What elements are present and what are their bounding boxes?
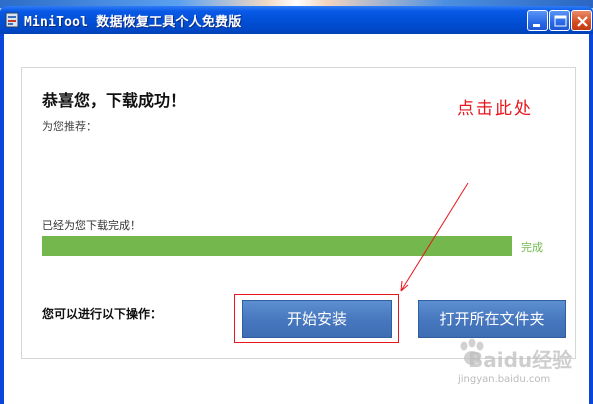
watermark-url: jingyan.baidu.com xyxy=(458,374,551,385)
download-progress-bar xyxy=(42,236,512,256)
minimize-button[interactable] xyxy=(527,10,548,31)
minimize-icon xyxy=(533,24,540,27)
progress-status-label: 完成 xyxy=(521,241,543,254)
maximize-icon xyxy=(554,15,567,27)
success-heading: 恭喜您，下载成功！ xyxy=(42,91,187,110)
app-icon xyxy=(5,12,19,28)
title-bar[interactable]: MiniTool 数据恢复工具个人免费版 xyxy=(0,6,593,34)
maximize-button[interactable] xyxy=(549,10,570,31)
window-title: MiniTool 数据恢复工具个人免费版 xyxy=(24,15,242,30)
start-install-button[interactable]: 开始安装 xyxy=(242,300,392,338)
download-progress-fill xyxy=(42,236,512,256)
download-status-text: 已经为您下载完成！ xyxy=(42,219,141,232)
watermark-brand: Baidu经验 xyxy=(468,348,573,372)
annotation-text: 点击此处 xyxy=(457,99,533,119)
recommend-label: 为您推荐： xyxy=(42,120,97,133)
close-button[interactable] xyxy=(571,10,592,31)
close-icon xyxy=(577,16,588,27)
operations-label: 您可以进行以下操作： xyxy=(42,307,163,321)
